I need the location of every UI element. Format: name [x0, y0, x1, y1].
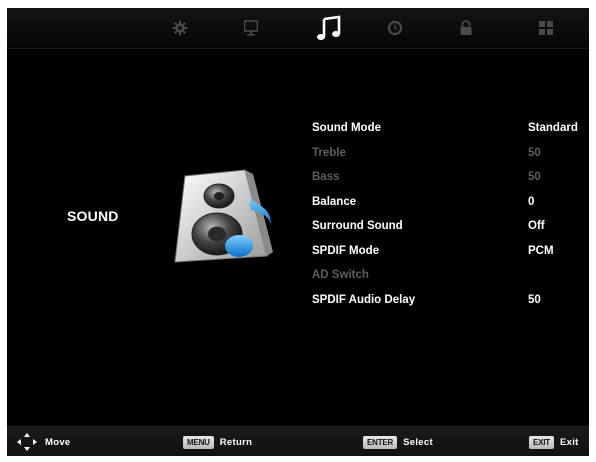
- menu-item-value: 50: [528, 146, 541, 159]
- hint-select: ENTER Select: [363, 427, 433, 456]
- menu-item-surround-sound[interactable]: Surround Sound Off: [312, 214, 589, 239]
- menu-item-value: Standard: [528, 122, 578, 134]
- tab-options[interactable]: [526, 8, 566, 48]
- sound-settings-list: Sound Mode Standard Treble 50 Bass 50 Ba…: [312, 116, 589, 312]
- gear-icon: [172, 20, 188, 36]
- hint-exit-label: Exit: [559, 436, 579, 448]
- enter-key: ENTER: [363, 435, 398, 449]
- tab-setup[interactable]: [160, 8, 200, 48]
- tab-time[interactable]: [375, 8, 415, 48]
- music-note-icon: [317, 15, 341, 40]
- menu-item-label: AD Switch: [312, 269, 369, 281]
- tv-osd-screen: SOUND Sound Mode Standard Treble 50 Bass…: [7, 8, 589, 456]
- menu-item-value: 50: [528, 171, 541, 183]
- menu-item-sound-mode[interactable]: Sound Mode Standard: [312, 116, 589, 141]
- menu-item-label: Balance: [312, 195, 357, 208]
- menu-item-value: Off: [528, 220, 545, 232]
- menu-item-label: Surround Sound: [312, 220, 403, 232]
- lock-icon: [460, 20, 472, 35]
- speaker-music-icon: [174, 169, 273, 263]
- menu-item-spdif-mode[interactable]: SPDIF Mode PCM: [312, 239, 589, 264]
- menu-item-value: PCM: [528, 244, 554, 257]
- key-hint-bar: Move MENU Return ENTER Select EXIT Exit: [7, 426, 589, 456]
- tab-lock[interactable]: [446, 8, 486, 48]
- section-title: SOUND: [67, 208, 119, 224]
- hint-move: Move: [15, 427, 70, 456]
- menu-item-balance[interactable]: Balance 0: [312, 190, 589, 215]
- direction-arrows-icon: [17, 433, 37, 451]
- tab-picture[interactable]: [231, 8, 271, 48]
- menu-item-treble: Treble 50: [312, 141, 589, 166]
- menu-item-value: 50: [528, 293, 541, 306]
- menu-item-value: 0: [528, 195, 535, 208]
- menu-item-spdif-audio-delay[interactable]: SPDIF Audio Delay 50: [312, 288, 589, 313]
- hint-move-label: Move: [45, 436, 71, 448]
- menu-item-label: Treble: [312, 146, 346, 159]
- grid-icon: [539, 21, 553, 35]
- menu-item-label: SPDIF Mode: [312, 244, 380, 257]
- menu-item-ad-switch: AD Switch: [312, 263, 589, 288]
- menu-item-bass: Bass 50: [312, 165, 589, 190]
- hint-select-label: Select: [403, 436, 433, 448]
- hint-return-label: Return: [219, 436, 253, 448]
- hint-return: MENU Return: [183, 427, 252, 456]
- menu-item-label: Sound Mode: [312, 122, 381, 134]
- hint-exit: EXIT Exit: [529, 427, 579, 456]
- exit-key: EXIT: [529, 435, 554, 449]
- menu-key: MENU: [183, 435, 214, 449]
- tab-sound[interactable]: [309, 8, 349, 48]
- clock-icon: [387, 20, 403, 36]
- menu-item-label: SPDIF Audio Delay: [312, 293, 416, 306]
- menu-item-label: Bass: [312, 171, 340, 183]
- menu-tab-bar: [7, 8, 589, 49]
- monitor-icon: [244, 20, 258, 36]
